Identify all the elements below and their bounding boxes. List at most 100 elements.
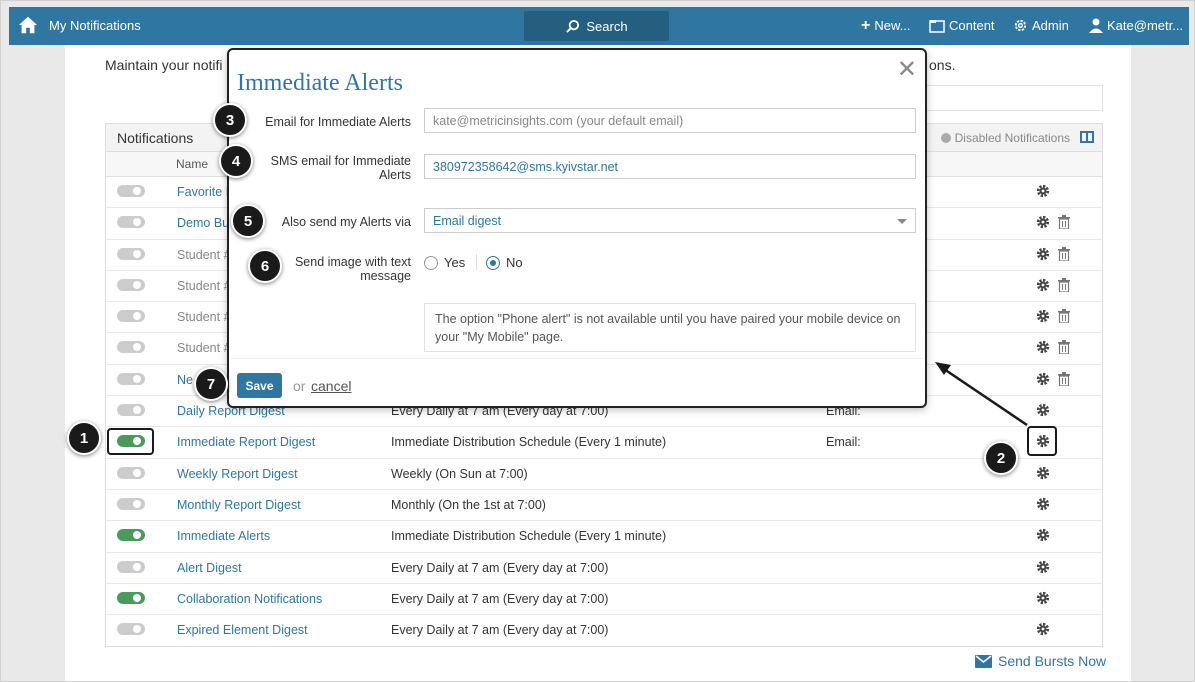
notification-name-link[interactable]: Favorite I xyxy=(177,185,229,199)
intro-text-tail: ons. xyxy=(929,57,956,73)
filter-box[interactable] xyxy=(925,85,1103,111)
user-menu[interactable]: Kate@metr... xyxy=(1089,18,1183,33)
notification-name-link[interactable]: Collaboration Notifications xyxy=(177,592,322,606)
enable-toggle[interactable] xyxy=(117,278,145,291)
also-send-select[interactable]: Email digest xyxy=(424,208,916,233)
enable-toggle[interactable] xyxy=(117,247,145,260)
callout-badge-4: 4 xyxy=(219,144,253,178)
notification-schedule: Monthly (On the 1st at 7:00) xyxy=(391,497,546,512)
callout-badge-3: 3 xyxy=(213,103,247,137)
search-button[interactable]: Search xyxy=(524,11,669,41)
enable-toggle[interactable] xyxy=(117,404,145,417)
notification-schedule: Every Daily at 7 am (Every day at 7:00) xyxy=(391,623,609,638)
sms-label: SMS email for Immediate Alerts xyxy=(270,154,411,182)
search-label: Search xyxy=(586,18,628,34)
trash-icon[interactable] xyxy=(1058,215,1070,230)
notification-schedule: Every Daily at 7 am (Every day at 7:00) xyxy=(391,591,609,606)
page-title: My Notifications xyxy=(49,18,141,33)
search-icon xyxy=(566,19,580,33)
notification-schedule: Immediate Distribution Schedule (Every 1… xyxy=(391,529,667,544)
enable-toggle[interactable] xyxy=(117,529,145,542)
intro-text: Maintain your notifi xyxy=(105,57,223,73)
gear-icon[interactable] xyxy=(1036,215,1050,229)
content-menu[interactable]: Content xyxy=(929,18,995,33)
gear-icon[interactable] xyxy=(1036,403,1050,417)
column-header-name[interactable]: Name xyxy=(176,157,208,171)
radio-no-label: No xyxy=(506,255,523,270)
notification-name-link[interactable]: Expired Element Digest xyxy=(177,623,308,637)
email-field[interactable]: kate@metricinsights.com (your default em… xyxy=(424,108,916,133)
notification-schedule: Every Daily at 7 am (Every day at 7:00) xyxy=(391,560,609,575)
notification-name-link[interactable]: Student # xyxy=(177,341,231,355)
gear-icon[interactable] xyxy=(1036,497,1050,511)
disabled-notifications-toggle[interactable]: Disabled Notifications xyxy=(940,131,1070,145)
radio-divider xyxy=(476,254,477,270)
enable-toggle[interactable] xyxy=(117,341,145,354)
notification-name-link[interactable]: Alert Digest xyxy=(177,561,242,575)
callout-badge-5: 5 xyxy=(231,204,265,238)
gear-icon[interactable] xyxy=(1036,184,1050,198)
admin-menu[interactable]: Admin xyxy=(1013,18,1069,33)
notification-delivery: Email: xyxy=(826,435,861,450)
trash-icon[interactable] xyxy=(1058,246,1070,261)
gear-icon[interactable] xyxy=(1036,340,1050,354)
notification-name-link[interactable]: Immediate Alerts xyxy=(177,529,270,543)
trash-icon[interactable] xyxy=(1058,309,1070,324)
admin-label: Admin xyxy=(1032,18,1069,33)
cancel-link[interactable]: cancel xyxy=(311,378,351,394)
gear-icon[interactable] xyxy=(1036,278,1050,292)
callout-highlight-toggle xyxy=(107,428,154,455)
enable-toggle[interactable] xyxy=(117,560,145,573)
callout-badge-1: 1 xyxy=(67,421,101,455)
table-row: Immediate Report Digest Immediate Distrib… xyxy=(106,427,1102,459)
enable-toggle[interactable] xyxy=(117,623,145,636)
gear-icon[interactable] xyxy=(1036,560,1050,574)
notification-name-link[interactable]: Demo Bu xyxy=(177,216,229,230)
enable-toggle[interactable] xyxy=(117,497,145,510)
close-icon[interactable]: ✕ xyxy=(897,58,917,82)
also-send-value: Email digest xyxy=(433,214,502,228)
notification-name-link[interactable]: Monthly Report Digest xyxy=(177,498,301,512)
gear-icon[interactable] xyxy=(1036,372,1050,386)
trash-icon[interactable] xyxy=(1058,340,1070,355)
screenshot-frame: My Notifications Search + New... Content… xyxy=(0,0,1195,682)
trash-icon[interactable] xyxy=(1058,277,1070,292)
callout-badge-6: 6 xyxy=(248,249,282,283)
send-bursts-button[interactable]: Send Bursts Now xyxy=(975,653,1106,669)
notification-name-link[interactable]: Student # xyxy=(177,310,231,324)
radio-no[interactable]: No xyxy=(486,255,523,270)
new-menu[interactable]: + New... xyxy=(861,17,910,33)
notification-name-link[interactable]: Weekly Report Digest xyxy=(177,467,298,481)
gear-icon[interactable] xyxy=(1036,309,1050,323)
notification-name-link[interactable]: Ne xyxy=(177,373,193,387)
radio-yes[interactable]: Yes xyxy=(424,255,465,270)
enable-toggle[interactable] xyxy=(117,591,145,604)
also-send-label: Also send my Alerts via xyxy=(281,215,411,229)
folder-icon xyxy=(929,19,945,33)
user-label: Kate@metr... xyxy=(1107,18,1184,33)
notification-schedule: Weekly (On Sun at 7:00) xyxy=(391,466,528,481)
notification-name-link[interactable]: Student # xyxy=(177,248,231,262)
sms-email-field[interactable]: 380972358642@sms.kyivstar.net xyxy=(424,154,916,179)
save-button[interactable]: Save xyxy=(237,373,282,398)
enable-toggle[interactable] xyxy=(117,185,145,197)
gear-icon[interactable] xyxy=(1036,247,1050,261)
gear-icon[interactable] xyxy=(1036,622,1050,636)
enable-toggle[interactable] xyxy=(117,216,145,229)
or-text: or xyxy=(293,378,306,394)
notification-name-link[interactable]: Student # xyxy=(177,279,231,293)
enable-toggle[interactable] xyxy=(117,310,145,323)
gear-icon[interactable] xyxy=(1036,466,1050,480)
columns-icon[interactable] xyxy=(1080,131,1094,143)
enable-toggle[interactable] xyxy=(117,372,145,385)
trash-icon[interactable] xyxy=(1058,371,1070,386)
enable-toggle[interactable] xyxy=(117,466,145,479)
dialog-title: Immediate Alerts xyxy=(237,70,403,96)
notification-name-link[interactable]: Immediate Report Digest xyxy=(177,435,315,449)
gear-icon xyxy=(1014,19,1027,32)
user-icon xyxy=(1089,18,1103,33)
home-icon[interactable] xyxy=(17,14,39,36)
gear-icon[interactable] xyxy=(1036,591,1050,605)
radio-no-circle xyxy=(486,255,500,270)
gear-icon[interactable] xyxy=(1036,528,1050,542)
